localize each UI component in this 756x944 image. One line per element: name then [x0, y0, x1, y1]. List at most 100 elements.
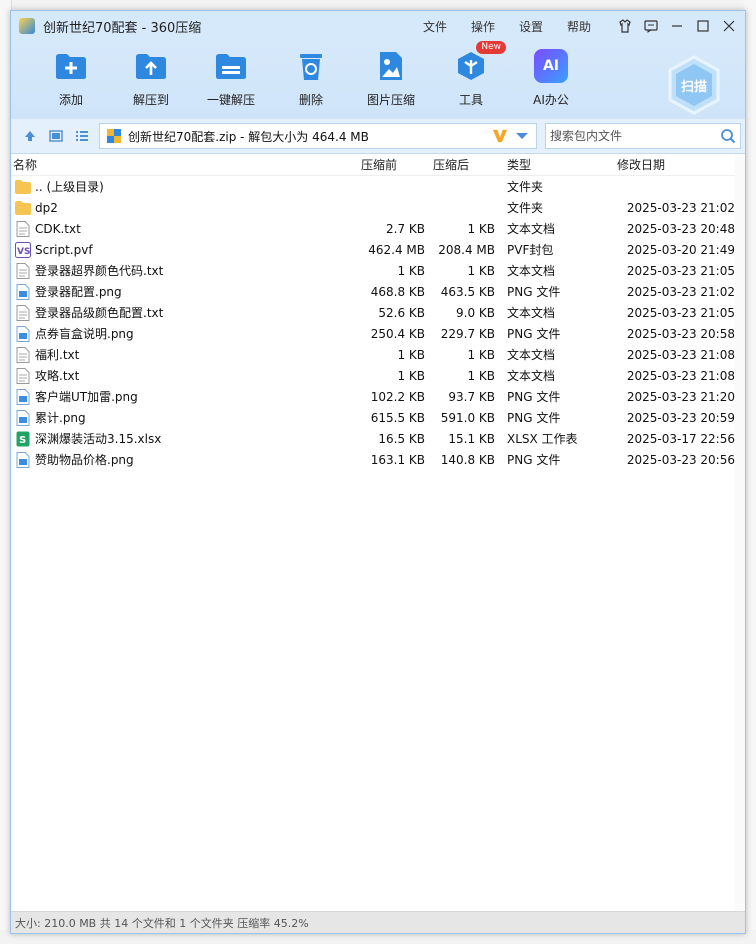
menu-operation[interactable]: 操作: [459, 18, 507, 35]
scan-button[interactable]: 扫描: [667, 55, 721, 115]
file-type: 文本文档: [507, 348, 556, 362]
column-header-row: 名称 压缩前 压缩后 类型 修改日期: [11, 154, 745, 176]
table-row[interactable]: 赞助物品价格.png 163.1 KB 140.8 KB PNG 文件 2025-03-…: [11, 449, 745, 470]
extract-to-icon: [134, 49, 168, 83]
file-name: 福利.txt: [35, 348, 80, 362]
add-button[interactable]: 添加: [31, 49, 111, 108]
table-row[interactable]: 累计.png 615.5 KB 591.0 KB PNG 文件 2025-03-23 2…: [11, 407, 745, 428]
pvf-file-icon: VS: [15, 241, 31, 258]
tools-icon: New: [454, 41, 506, 83]
file-packed-size: 93.7 KB: [448, 389, 495, 404]
file-name: 点券盲盒说明.png: [35, 327, 134, 341]
maximize-icon[interactable]: [695, 18, 711, 34]
one-click-extract-button[interactable]: 一键解压: [191, 49, 271, 108]
ai-office-button[interactable]: AI AI办公: [511, 49, 591, 108]
file-size: 1 KB: [397, 263, 425, 278]
table-row[interactable]: VS Script.pvf 462.4 MB 208.4 MB PVF封包 2025-03…: [11, 239, 745, 260]
tools-button[interactable]: New 工具: [431, 41, 511, 108]
file-date: 2025-03-23 21:08: [626, 347, 735, 362]
delete-icon: [294, 49, 328, 83]
png-file-icon: [15, 325, 31, 342]
file-date: 2025-03-23 21:02: [626, 284, 735, 299]
file-name: 攻略.txt: [35, 369, 80, 383]
table-row[interactable]: .. (上级目录) 文件夹: [11, 176, 745, 197]
column-header-name[interactable]: 名称: [11, 156, 353, 173]
file-type: 文本文档: [507, 222, 556, 236]
table-row[interactable]: CDK.txt 2.7 KB 1 KB 文本文档 2025-03-23 20:48: [11, 218, 745, 239]
menu-file[interactable]: 文件: [411, 18, 459, 35]
menu-help[interactable]: 帮助: [555, 18, 603, 35]
png-file-icon: [15, 388, 31, 405]
file-name-cell: CDK.txt: [11, 220, 353, 237]
table-row[interactable]: 攻略.txt 1 KB 1 KB 文本文档 2025-03-23 21:08: [11, 365, 745, 386]
vertical-scrollbar[interactable]: [735, 154, 745, 911]
up-arrow-icon[interactable]: [21, 127, 39, 145]
file-date: 2025-03-23 21:05: [626, 305, 735, 320]
file-type: PNG 文件: [507, 390, 561, 404]
file-date: 2025-03-23 20:58: [626, 326, 735, 341]
txt-file-icon: [15, 346, 31, 363]
file-name-cell: 点券盲盒说明.png: [11, 325, 353, 342]
window-title: 创新世纪70配套 - 360压缩: [43, 20, 202, 36]
table-row[interactable]: 客户端UT加雷.png 102.2 KB 93.7 KB PNG 文件 2025-03-…: [11, 386, 745, 407]
file-name-cell: S 深渊爆装活动3.15.xlsx: [11, 430, 353, 447]
menu-settings[interactable]: 设置: [507, 18, 555, 35]
file-date: 2025-03-23 21:02: [626, 200, 735, 215]
image-compress-label: 图片压缩: [366, 93, 415, 107]
table-row[interactable]: 福利.txt 1 KB 1 KB 文本文档 2025-03-23 21:08: [11, 344, 745, 365]
file-packed-size: 15.1 KB: [448, 431, 495, 446]
file-name: dp2: [35, 200, 58, 215]
thumbnail-view-icon[interactable]: [47, 127, 65, 145]
chevron-down-icon[interactable]: [514, 128, 530, 144]
table-row[interactable]: 登录器品级颜色配置.txt 52.6 KB 9.0 KB 文本文档 2025-03-23…: [11, 302, 745, 323]
extract-to-button[interactable]: 解压到: [111, 49, 191, 108]
file-size: 1 KB: [397, 368, 425, 383]
file-type: PNG 文件: [507, 411, 561, 425]
png-file-icon: [15, 409, 31, 426]
minimize-icon[interactable]: [669, 18, 685, 34]
file-type: 文件夹: [507, 180, 544, 194]
image-compress-icon: [374, 49, 408, 83]
scan-label: 扫描: [680, 79, 707, 95]
table-row[interactable]: 点券盲盒说明.png 250.4 KB 229.7 KB PNG 文件 2025-03-…: [11, 323, 745, 344]
file-type: 文本文档: [507, 306, 556, 320]
close-icon[interactable]: [721, 18, 737, 34]
file-size: 102.2 KB: [370, 389, 425, 404]
file-packed-size: 208.4 MB: [438, 242, 495, 257]
file-date: 2025-03-23 21:05: [626, 263, 735, 278]
image-compress-button[interactable]: 图片压缩: [351, 49, 431, 108]
toolbar: 添加 解压到 一键解压 删除 图片压缩 New 工具 AI AI办公 扫描: [11, 41, 745, 119]
status-text: 大小: 210.0 MB 共 14 个文件和 1 个文件夹 压缩率 45.2%: [15, 916, 309, 930]
column-header-date[interactable]: 修改日期: [617, 156, 735, 173]
extract-to-label: 解压到: [132, 93, 169, 107]
search-input[interactable]: [550, 129, 720, 143]
path-field[interactable]: 创新世纪70配套.zip - 解包大小为 464.4 MB: [99, 123, 537, 149]
file-size: 2.7 KB: [386, 221, 425, 236]
list-view-icon[interactable]: [73, 127, 91, 145]
search-icon[interactable]: [720, 128, 736, 144]
column-header-packed[interactable]: 压缩后: [425, 156, 495, 173]
feedback-icon[interactable]: [643, 18, 659, 34]
table-row[interactable]: S 深渊爆装活动3.15.xlsx 16.5 KB 15.1 KB XLSX 工作表 20…: [11, 428, 745, 449]
file-name-cell: dp2: [11, 200, 353, 216]
file-packed-size: 1 KB: [467, 368, 495, 383]
file-size: 462.4 MB: [368, 242, 425, 257]
app-logo-icon: [19, 18, 35, 34]
ai-office-icon: AI: [534, 49, 568, 83]
skin-icon[interactable]: [617, 18, 633, 34]
column-header-type[interactable]: 类型: [495, 156, 617, 173]
table-row[interactable]: 登录器超界颜色代码.txt 1 KB 1 KB 文本文档 2025-03-23 21:0…: [11, 260, 745, 281]
file-name: 深渊爆装活动3.15.xlsx: [35, 432, 162, 446]
table-row[interactable]: dp2 文件夹 2025-03-23 21:02: [11, 197, 745, 218]
file-type: PNG 文件: [507, 453, 561, 467]
file-type: 文件夹: [507, 201, 544, 215]
png-file-icon: [15, 451, 31, 468]
delete-button[interactable]: 删除: [271, 49, 351, 108]
file-name: 累计.png: [35, 411, 86, 425]
table-row[interactable]: 登录器配置.png 468.8 KB 463.5 KB PNG 文件 2025-03-2…: [11, 281, 745, 302]
menu-bar: 文件 操作 设置 帮助: [411, 18, 603, 35]
column-header-size[interactable]: 压缩前: [353, 156, 425, 173]
ai-office-label: AI办公: [533, 93, 569, 107]
verified-v-icon[interactable]: [492, 128, 508, 144]
title-bar[interactable]: 创新世纪70配套 - 360压缩 文件 操作 设置 帮助: [11, 11, 745, 41]
